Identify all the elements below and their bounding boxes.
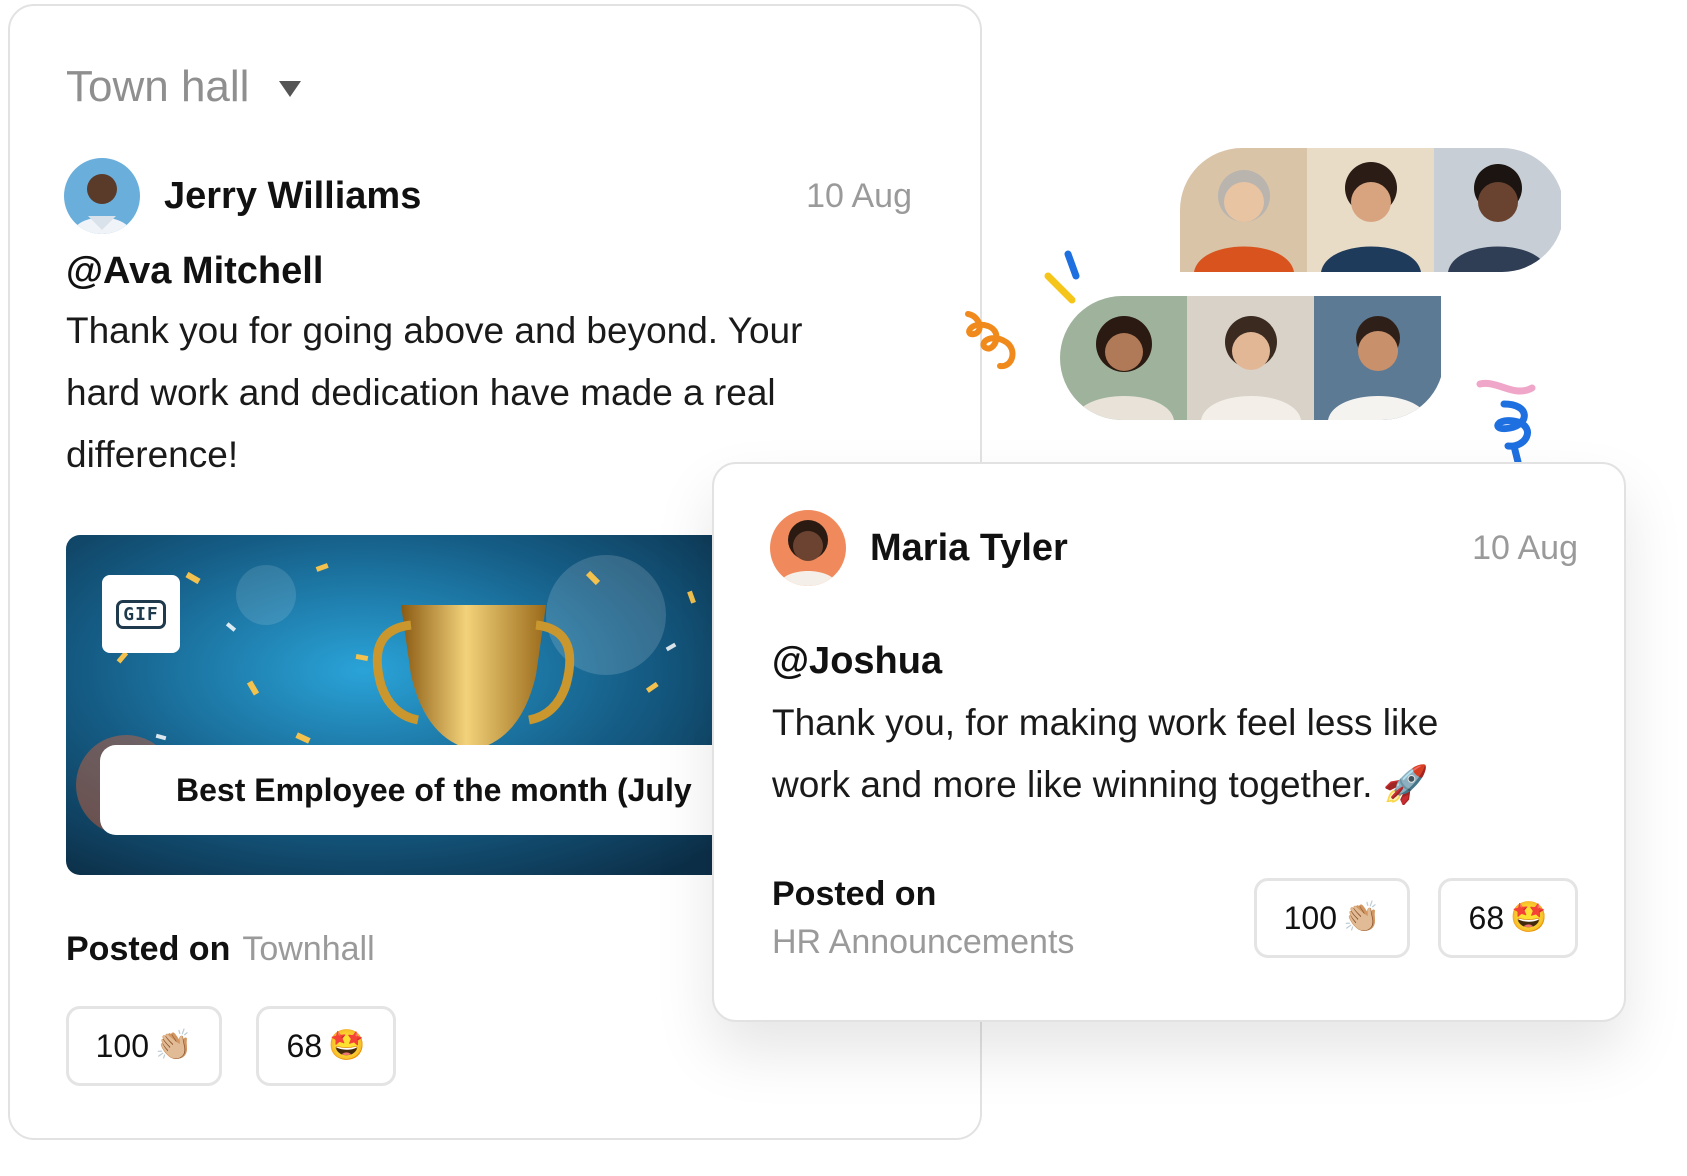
message-line: Thank you for going above and beyond. Yo…	[66, 310, 803, 351]
post-header: Maria Tyler 10 Aug	[770, 510, 1578, 586]
clap-reaction-button[interactable]: 100 👏🏼	[66, 1006, 222, 1086]
team-member-photo	[1060, 296, 1187, 420]
team-member-photo	[1314, 296, 1441, 420]
avatar[interactable]	[64, 158, 140, 234]
gif-badge-icon: GIF	[102, 575, 180, 653]
post-message: Thank you for going above and beyond. Yo…	[66, 300, 802, 486]
post-header: Jerry Williams 10 Aug	[64, 158, 912, 234]
posted-on: Posted on Townhall	[66, 930, 375, 969]
message-line: hard work and dedication have made a rea…	[66, 372, 776, 413]
team-member-photo	[1307, 148, 1434, 272]
mention[interactable]: @Ava Mitchell	[66, 250, 323, 293]
reaction-count: 68	[1468, 899, 1505, 936]
author-name[interactable]: Jerry Williams	[164, 175, 421, 218]
clap-icon: 👏🏼	[155, 1029, 193, 1062]
post-date: 10 Aug	[806, 176, 912, 215]
gif-badge-label: GIF	[116, 599, 166, 629]
confetti-streamer-icon	[1044, 250, 1080, 304]
star-struck-reaction-button[interactable]: 68 🤩	[256, 1006, 396, 1086]
clap-reaction-button[interactable]: 100 👏🏼	[1254, 878, 1410, 958]
clap-icon: 👏🏼	[1343, 901, 1381, 934]
confetti-squiggle-orange-icon	[965, 311, 1016, 370]
team-member-photo	[1187, 296, 1314, 420]
gif-caption: Best Employee of the month (July	[100, 745, 726, 835]
confetti-squiggle-blue-icon	[1476, 379, 1536, 464]
post-date: 10 Aug	[1472, 528, 1578, 567]
message-line: Thank you, for making work feel less lik…	[772, 702, 1439, 743]
team-photos-top	[1180, 148, 1564, 272]
author-name[interactable]: Maria Tyler	[870, 527, 1068, 570]
reaction-count: 100	[95, 1027, 150, 1064]
caret-down-icon[interactable]	[279, 81, 302, 97]
message-line: work and more like winning together. 🚀	[772, 764, 1429, 805]
mention[interactable]: @Joshua	[772, 640, 942, 683]
star-struck-icon: 🤩	[1510, 901, 1548, 934]
posted-on-label: Posted on	[66, 930, 231, 968]
posted-channel-link[interactable]: HR Announcements	[772, 918, 1074, 966]
team-member-photo	[1180, 148, 1307, 272]
team-member-photo	[1434, 148, 1561, 272]
avatar[interactable]	[770, 510, 846, 586]
reaction-count: 100	[1283, 899, 1338, 936]
gif-attachment[interactable]: GIF Best Employee of the month (July	[66, 535, 726, 875]
team-photos-bottom	[1060, 296, 1444, 420]
channel-title: Town hall	[66, 62, 250, 111]
post-message: Thank you, for making work feel less lik…	[772, 692, 1438, 816]
channel-selector[interactable]: Town hall	[66, 62, 302, 112]
star-struck-reaction-button[interactable]: 68 🤩	[1438, 878, 1578, 958]
posted-on-label: Posted on	[772, 875, 937, 913]
reaction-count: 68	[286, 1027, 323, 1064]
message-line: difference!	[66, 434, 239, 475]
star-struck-icon: 🤩	[328, 1029, 366, 1062]
posted-channel-link[interactable]: Townhall	[242, 930, 374, 968]
posted-on: Posted on HR Announcements	[772, 870, 1074, 966]
